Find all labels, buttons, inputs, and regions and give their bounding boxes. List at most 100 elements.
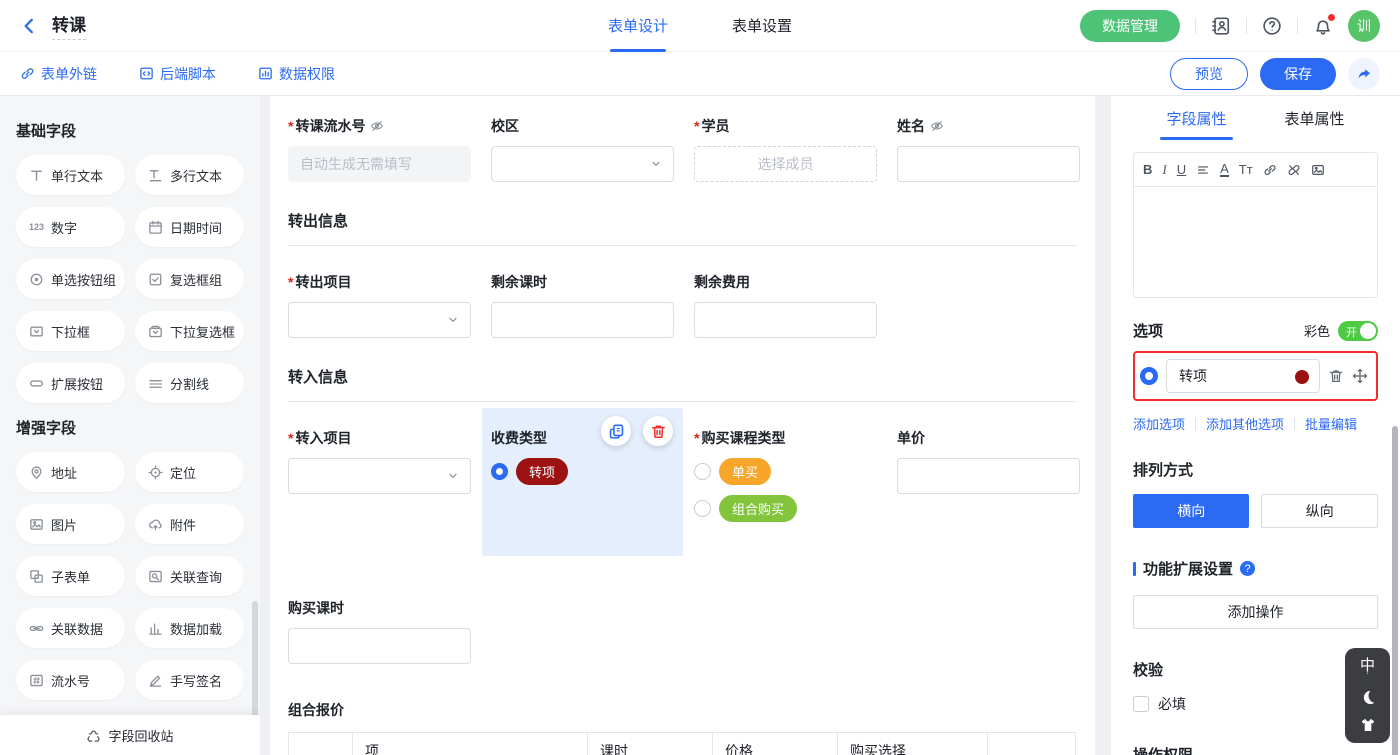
arrangement-vertical-button[interactable]: 纵向 <box>1261 494 1378 528</box>
unit-price-input[interactable] <box>897 458 1080 494</box>
option-badge-green[interactable]: 组合购买 <box>719 495 797 522</box>
sidebar-item-divider[interactable]: 分割线 <box>135 363 244 403</box>
theme-shirt-icon[interactable] <box>1360 717 1376 733</box>
preview-button[interactable]: 预览 <box>1170 58 1248 90</box>
option-value-input[interactable]: 转项 <box>1166 359 1320 393</box>
option-row-highlighted[interactable]: 转项 <box>1133 351 1378 401</box>
font-color-button[interactable]: A <box>1220 163 1229 177</box>
help-circle-icon[interactable]: ? <box>1240 561 1255 576</box>
radio-selected[interactable] <box>491 463 508 480</box>
radio-unselected[interactable] <box>694 500 711 517</box>
sidebar-item-address[interactable]: 地址 <box>16 452 125 492</box>
sidebar-item-attachment[interactable]: 附件 <box>135 504 244 544</box>
save-button[interactable]: 保存 <box>1260 58 1336 90</box>
remove-link-icon[interactable] <box>1287 163 1301 177</box>
delete-field-button[interactable] <box>643 416 673 446</box>
field-transfer-out-project[interactable]: * 转出项目 <box>288 272 471 338</box>
sidebar-item-data-load[interactable]: 数据加载 <box>135 608 244 648</box>
field-name[interactable]: 姓名 <box>897 116 1080 182</box>
sidebar-item-location[interactable]: 定位 <box>135 452 244 492</box>
field-fee-type-selected[interactable]: 收费类型 转项 <box>482 408 683 556</box>
transfer-out-project-select[interactable] <box>288 302 471 338</box>
buy-hours-input[interactable] <box>288 628 471 664</box>
add-other-option-link[interactable]: 添加其他选项 <box>1206 414 1284 433</box>
tab-form-settings[interactable]: 表单设置 <box>732 0 792 52</box>
align-icon[interactable] <box>1196 163 1210 177</box>
field-unit-price[interactable]: 单价 <box>897 428 1080 576</box>
field-buy-hours[interactable]: 购买课时 <box>288 598 471 664</box>
tab-field-properties[interactable]: 字段属性 <box>1166 96 1226 140</box>
insert-image-icon[interactable] <box>1311 163 1325 177</box>
sidebar-item-datetime[interactable]: 日期时间 <box>135 207 244 247</box>
name-input[interactable] <box>897 146 1080 182</box>
section-transfer-out[interactable]: 转出信息 <box>288 210 1077 246</box>
underline-button[interactable]: U <box>1177 162 1186 177</box>
sidebar-item-extend-button[interactable]: 扩展按钮 <box>16 363 125 403</box>
remaining-fee-input[interactable] <box>694 302 877 338</box>
form-title[interactable]: 转课 <box>52 11 86 40</box>
sidebar-item-image[interactable]: 图片 <box>16 504 125 544</box>
field-campus[interactable]: 校区 <box>491 116 674 182</box>
sidebar-item-checkbox-group[interactable]: 复选框组 <box>135 259 244 299</box>
field-transfer-in-project[interactable]: * 转入项目 <box>288 428 471 576</box>
batch-edit-link[interactable]: 批量编辑 <box>1305 414 1357 433</box>
sidebar-item-multi-line-text[interactable]: 多行文本 <box>135 155 244 195</box>
serial-input[interactable]: 自动生成无需填写 <box>288 146 471 182</box>
back-icon[interactable] <box>20 17 38 35</box>
field-remaining-fee[interactable]: 剩余费用 <box>694 272 877 338</box>
share-button[interactable] <box>1348 58 1380 90</box>
panel-scrollbar[interactable] <box>1392 426 1398 755</box>
help-icon[interactable] <box>1262 16 1282 36</box>
form-external-link[interactable]: 表单外链 <box>20 64 97 84</box>
sidebar-item-multi-select[interactable]: 下拉复选框 <box>135 311 244 351</box>
italic-button[interactable]: I <box>1162 162 1166 178</box>
remaining-hours-input[interactable] <box>491 302 674 338</box>
sidebar-item-linked-query[interactable]: 关联查询 <box>135 556 244 596</box>
arrangement-horizontal-button[interactable]: 横向 <box>1133 494 1249 528</box>
font-size-button[interactable]: Tт <box>1239 162 1253 177</box>
sidebar-item-subform[interactable]: 子表单 <box>16 556 125 596</box>
field-serial-number[interactable]: * 转课流水号 自动生成无需填写 <box>288 116 471 182</box>
notification-bell-icon[interactable] <box>1313 16 1333 36</box>
field-recycle-bin[interactable]: 字段回收站 <box>0 715 260 755</box>
backend-script-link[interactable]: 后端脚本 <box>139 64 216 84</box>
add-option-link[interactable]: 添加选项 <box>1133 414 1185 433</box>
section-transfer-in[interactable]: 转入信息 <box>288 366 1077 402</box>
description-textarea[interactable] <box>1134 187 1377 297</box>
field-student[interactable]: * 学员 选择成员 <box>694 116 877 182</box>
data-manage-button[interactable]: 数据管理 <box>1080 10 1180 42</box>
campus-select[interactable] <box>491 146 674 182</box>
tab-form-properties[interactable]: 表单属性 <box>1285 96 1345 140</box>
tab-form-design[interactable]: 表单设计 <box>608 0 668 52</box>
sidebar-item-serial-number[interactable]: 流水号 <box>16 660 125 700</box>
field-course-type[interactable]: * 购买课程类型 单买 组合购买 <box>694 428 877 576</box>
language-toggle-icon[interactable]: 中 ʻ <box>1360 659 1375 679</box>
sidebar-item-signature[interactable]: 手写签名 <box>135 660 244 700</box>
insert-link-icon[interactable] <box>1263 163 1277 177</box>
copy-field-button[interactable] <box>601 416 631 446</box>
bold-button[interactable]: B <box>1143 162 1152 177</box>
field-remaining-hours[interactable]: 剩余课时 <box>491 272 674 338</box>
option-badge-orange[interactable]: 单买 <box>719 458 771 485</box>
delete-option-icon[interactable] <box>1328 368 1344 384</box>
transfer-in-project-select[interactable] <box>288 458 471 494</box>
required-checkbox[interactable] <box>1133 696 1149 712</box>
contact-book-icon[interactable] <box>1211 16 1231 36</box>
sidebar-item-number[interactable]: 123 数字 <box>16 207 125 247</box>
field-combo-quote[interactable]: 组合报价 <box>288 700 1077 720</box>
radio-unselected[interactable] <box>694 463 711 480</box>
option-badge-dark-red[interactable]: 转项 <box>516 458 568 485</box>
color-toggle[interactable]: 开 <box>1338 321 1378 341</box>
add-operation-button[interactable]: 添加操作 <box>1133 595 1378 629</box>
data-permission-link[interactable]: 数据权限 <box>258 64 335 84</box>
student-member-picker[interactable]: 选择成员 <box>694 146 877 182</box>
dark-mode-moon-icon[interactable] <box>1359 689 1376 706</box>
drag-option-icon[interactable] <box>1352 368 1368 384</box>
option-color-dot[interactable] <box>1295 370 1309 384</box>
option-radio[interactable] <box>1140 367 1158 385</box>
sidebar-item-radio-group[interactable]: 单选按钮组 <box>16 259 125 299</box>
sidebar-item-linked-data[interactable]: 关联数据 <box>16 608 125 648</box>
sidebar-item-single-line-text[interactable]: 单行文本 <box>16 155 125 195</box>
sidebar-item-select[interactable]: 下拉框 <box>16 311 125 351</box>
avatar[interactable]: 训 <box>1348 10 1380 42</box>
